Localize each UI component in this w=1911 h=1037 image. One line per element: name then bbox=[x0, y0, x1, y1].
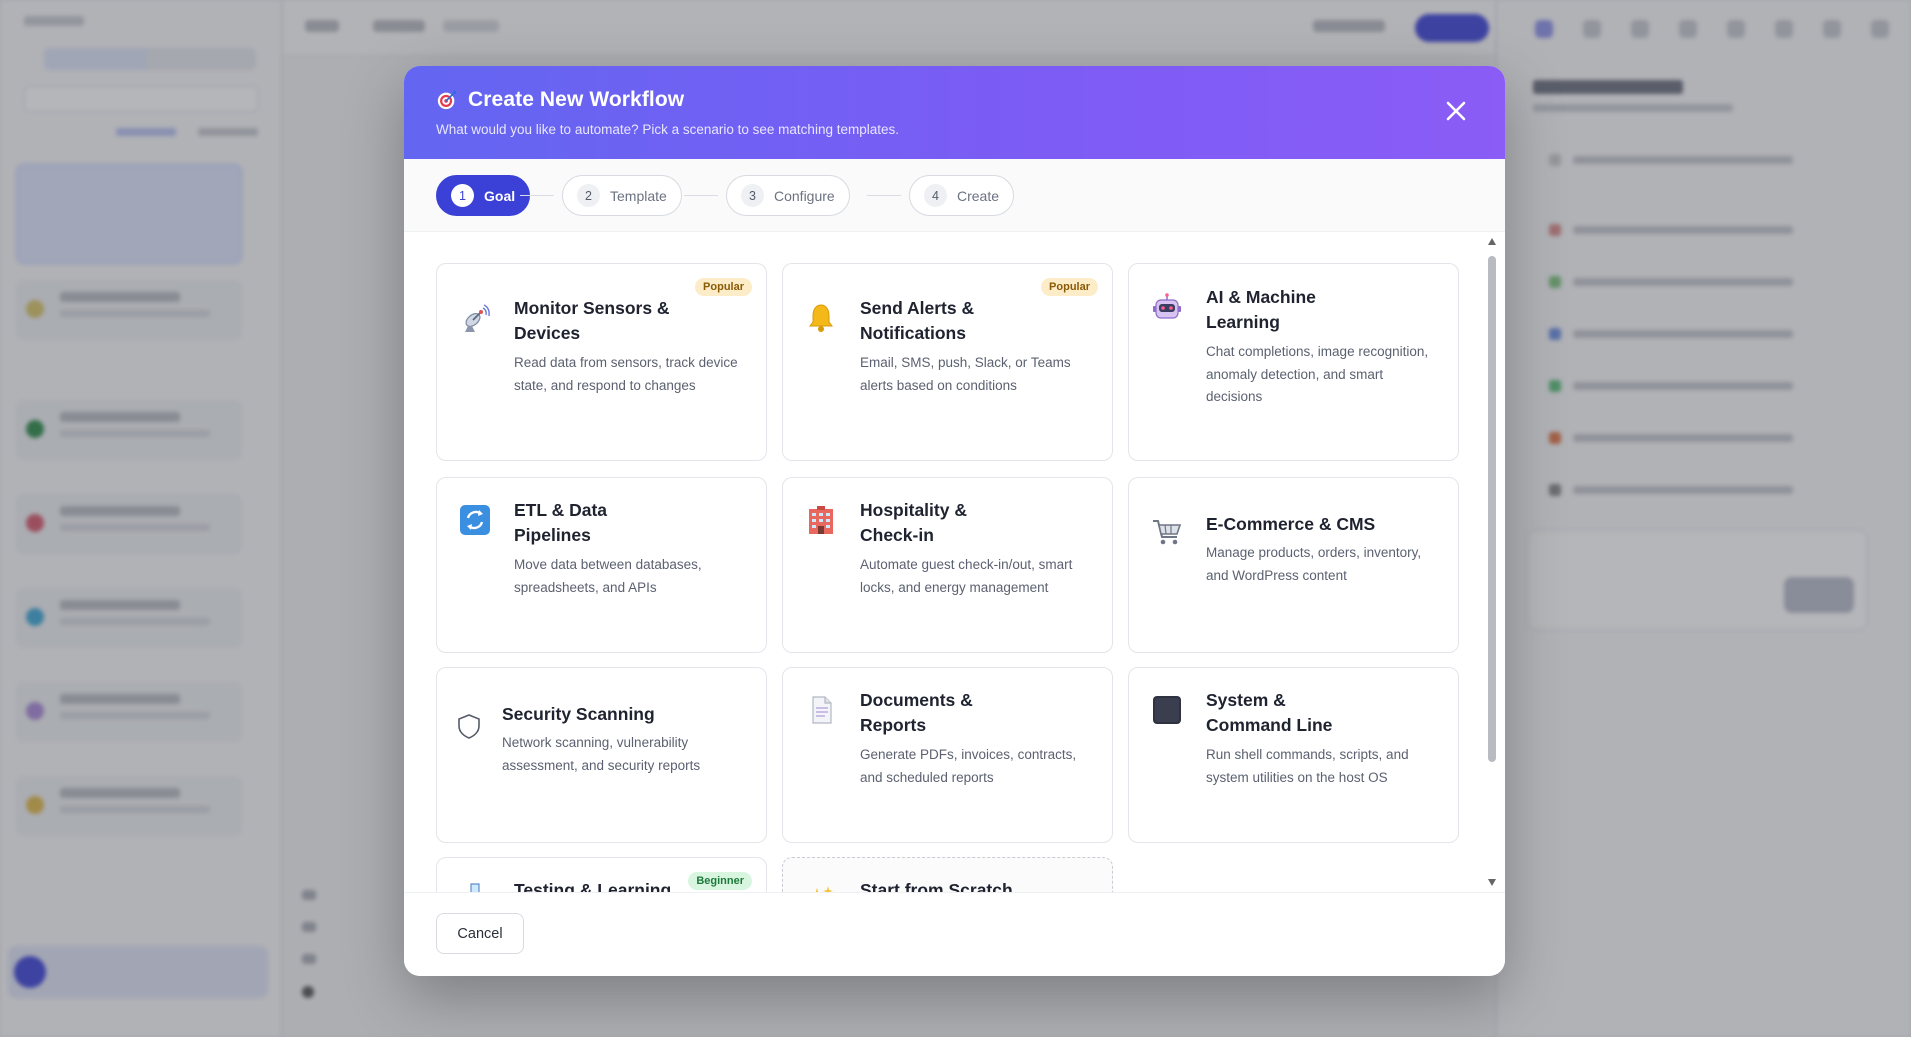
flask-icon bbox=[470, 883, 480, 892]
robot-icon bbox=[1153, 293, 1181, 319]
card-monitor-sensors[interactable]: Popular Monitor Sensors & Devices Read d… bbox=[436, 263, 767, 461]
refresh-arrows-icon bbox=[460, 505, 490, 535]
card-system-command[interactable]: System & Command Line Run shell commands… bbox=[1128, 667, 1459, 843]
scroll-up-arrow-icon[interactable] bbox=[1488, 238, 1496, 245]
shopping-cart-icon bbox=[1153, 520, 1182, 545]
step-label: Goal bbox=[484, 187, 516, 204]
satellite-antenna-icon bbox=[465, 304, 490, 332]
modal-subtitle: What would you like to automate? Pick a … bbox=[436, 122, 899, 137]
wizard-stepper: 1 Goal 2 Template 3 Configure 4 Create bbox=[404, 159, 1505, 232]
step-goal[interactable]: 1 Goal bbox=[436, 175, 531, 216]
card-description: Email, SMS, push, Slack, or Teams alerts… bbox=[860, 355, 1071, 393]
modal-title-row: Create New Workflow bbox=[436, 88, 684, 112]
cancel-button[interactable]: Cancel bbox=[436, 913, 524, 954]
card-title: Hospitality & Check-in bbox=[860, 500, 967, 545]
target-icon bbox=[437, 90, 457, 110]
card-description: Automate guest check-in/out, smart locks… bbox=[860, 557, 1073, 595]
card-description: Run shell commands, scripts, and system … bbox=[1206, 747, 1409, 785]
modal-footer: Cancel bbox=[404, 892, 1505, 976]
card-description: Read data from sensors, track device sta… bbox=[514, 355, 738, 393]
content-scrollbar[interactable] bbox=[1487, 238, 1497, 886]
card-title: Testing & Learning bbox=[514, 880, 672, 892]
card-description: Manage products, orders, inventory, and … bbox=[1206, 545, 1422, 583]
card-title: Send Alerts & Notifications bbox=[860, 298, 975, 343]
step-number: 2 bbox=[577, 184, 600, 207]
scrollbar-thumb[interactable] bbox=[1488, 256, 1496, 762]
step-label: Create bbox=[957, 187, 1000, 204]
sparkles-icon bbox=[815, 886, 833, 892]
card-title: Start from Scratch bbox=[860, 880, 1013, 892]
card-title: AI & Machine Learning bbox=[1206, 287, 1316, 332]
beginner-badge: Beginner bbox=[688, 872, 752, 890]
card-description: Generate PDFs, invoices, contracts, and … bbox=[860, 747, 1077, 785]
card-title: Documents & Reports bbox=[860, 690, 973, 735]
shield-icon bbox=[458, 714, 480, 739]
card-security-scanning[interactable]: Security Scanning Network scanning, vuln… bbox=[436, 667, 767, 843]
step-connector bbox=[520, 195, 554, 196]
step-number: 3 bbox=[741, 184, 764, 207]
create-workflow-modal: Create New Workflow What would you like … bbox=[404, 66, 1505, 976]
card-title: Monitor Sensors & Devices bbox=[514, 298, 670, 343]
modal-title: Create New Workflow bbox=[468, 88, 685, 111]
card-title: ETL & Data Pipelines bbox=[514, 500, 608, 545]
goal-card-grid: Popular Monitor Sensors & Devices Read d… bbox=[404, 232, 1505, 892]
card-testing-learning[interactable]: Beginner Testing & Learning bbox=[436, 857, 767, 892]
step-template[interactable]: 2 Template bbox=[562, 175, 682, 216]
popular-badge: Popular bbox=[1041, 278, 1098, 296]
step-label: Configure bbox=[774, 187, 835, 204]
hotel-icon bbox=[809, 506, 833, 534]
card-title: System & Command Line bbox=[1206, 690, 1333, 735]
card-description: Network scanning, vulnerability assessme… bbox=[502, 735, 701, 773]
card-start-from-scratch[interactable]: Start from Scratch bbox=[782, 857, 1113, 892]
step-configure[interactable]: 3 Configure bbox=[726, 175, 850, 216]
card-description: Move data between databases, spreadsheet… bbox=[514, 557, 702, 595]
card-ai-ml[interactable]: AI & Machine Learning Chat completions, … bbox=[1128, 263, 1459, 461]
terminal-icon bbox=[1153, 696, 1181, 724]
popular-badge: Popular bbox=[695, 278, 752, 296]
close-icon[interactable] bbox=[1445, 100, 1467, 122]
card-description: Chat completions, image recognition, ano… bbox=[1206, 344, 1429, 404]
step-number: 1 bbox=[451, 184, 474, 207]
scroll-down-arrow-icon[interactable] bbox=[1488, 879, 1496, 886]
card-send-alerts[interactable]: Popular Send Alerts & Notifications Emai… bbox=[782, 263, 1113, 461]
step-connector bbox=[867, 195, 901, 196]
card-etl[interactable]: ETL & Data Pipelines Move data between d… bbox=[436, 477, 767, 653]
card-ecommerce[interactable]: E-Commerce & CMS Manage products, orders… bbox=[1128, 477, 1459, 653]
step-number: 4 bbox=[924, 184, 947, 207]
step-create[interactable]: 4 Create bbox=[909, 175, 1015, 216]
step-connector bbox=[684, 195, 718, 196]
card-title: Security Scanning bbox=[502, 704, 655, 724]
card-hospitality[interactable]: Hospitality & Check-in Automate guest ch… bbox=[782, 477, 1113, 653]
modal-header: Create New Workflow What would you like … bbox=[404, 66, 1505, 159]
document-icon bbox=[812, 696, 832, 724]
bell-icon bbox=[809, 304, 833, 332]
card-documents[interactable]: Documents & Reports Generate PDFs, invoi… bbox=[782, 667, 1113, 843]
card-title: E-Commerce & CMS bbox=[1206, 514, 1376, 534]
step-label: Template bbox=[610, 187, 667, 204]
